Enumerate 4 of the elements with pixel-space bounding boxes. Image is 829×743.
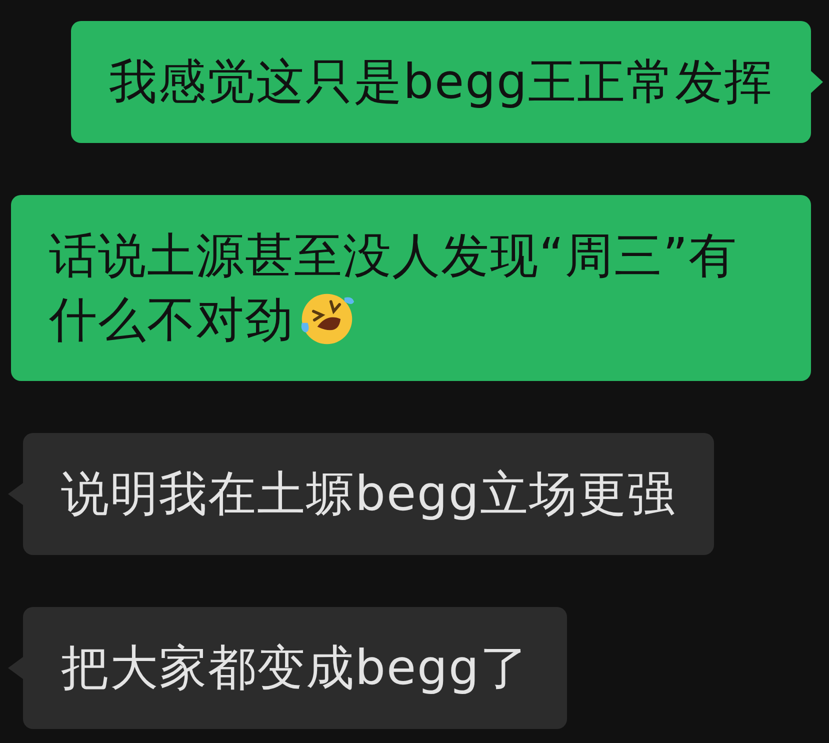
message-text: 说明我在土塬begg立场更强: [61, 466, 676, 522]
message-text: 我感觉这只是begg王正常发挥: [109, 54, 773, 110]
message-text: 话说土源甚至没人发现“周三”有什么不对劲: [49, 228, 738, 348]
message-text: 把大家都变成begg了: [61, 640, 529, 696]
